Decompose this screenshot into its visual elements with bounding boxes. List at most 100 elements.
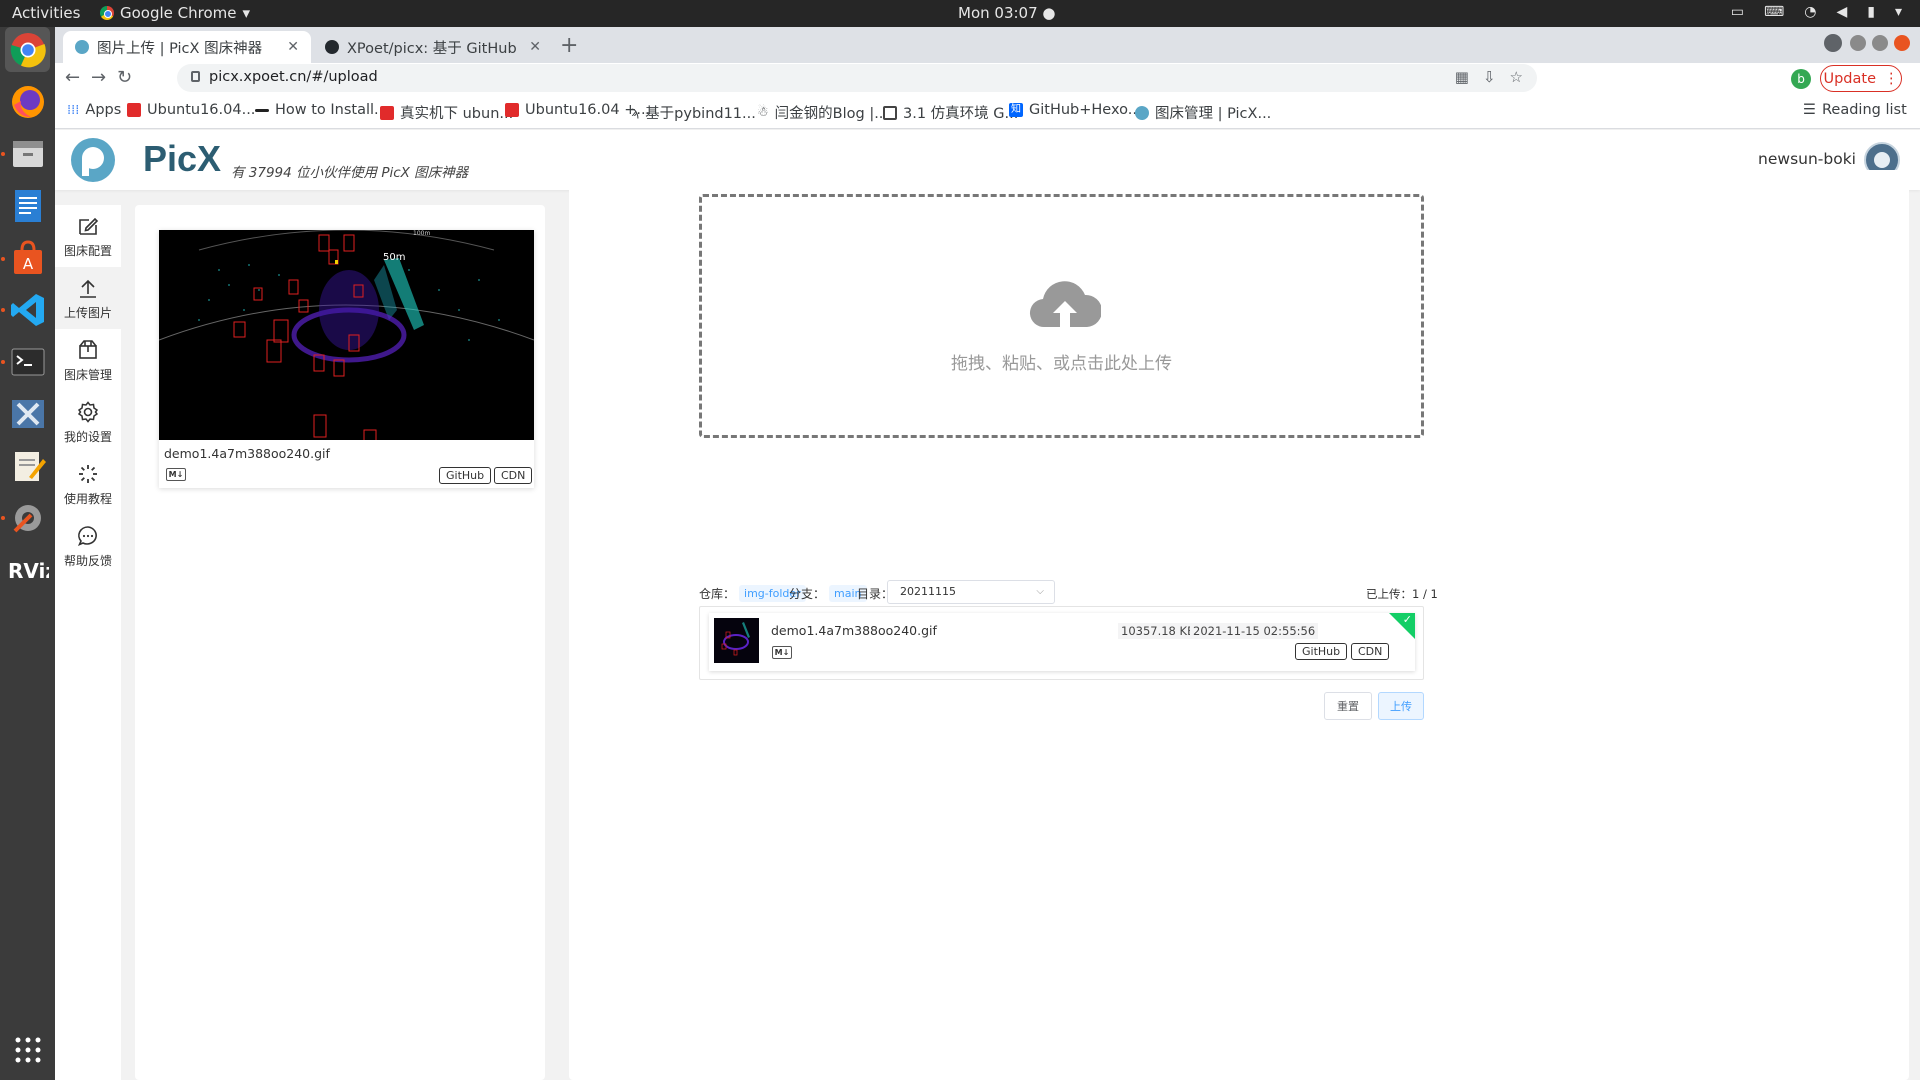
clock[interactable]: Mon 03:07 ●	[958, 4, 1055, 22]
lidar-preview-image[interactable]: 50m 100m	[159, 230, 534, 440]
bookmark-item[interactable]: Ubuntu16.04 +...	[505, 102, 650, 118]
nav-item-feedback[interactable]: 帮助反馈	[55, 515, 121, 577]
edit-icon	[79, 217, 99, 235]
bookmark-item[interactable]: 知 GitHub+Hexo...	[1009, 102, 1142, 118]
bookmark-item[interactable]: How to Install...	[255, 102, 388, 118]
nav-label: 帮助反馈	[63, 553, 112, 568]
close-icon[interactable]: ✕	[287, 39, 299, 55]
bookmark-item[interactable]: Ubuntu16.04...	[127, 102, 255, 118]
install-icon[interactable]: ⇩	[1483, 68, 1496, 86]
bookmark-label: 闫金钢的Blog |...	[774, 106, 889, 122]
minimize-icon[interactable]	[1850, 35, 1866, 51]
nav-item-config[interactable]: 图床配置	[55, 205, 121, 267]
chevron-down-icon: ▾	[1894, 4, 1902, 20]
tab-github-picx[interactable]: XPoet/picx: 基于 GitHub A ✕	[313, 31, 553, 63]
reset-button[interactable]: 重置	[1324, 692, 1372, 720]
side-nav: 图床配置 上传图片 图床管理 我的设置 使用教程 帮助反馈	[55, 205, 121, 1080]
bookmark-label: 基于pybind11...	[645, 106, 756, 122]
list-item[interactable]: demo1.4a7m388oo240.gif M↓ 10357.18 KB 20…	[709, 613, 1415, 671]
dock-writer[interactable]	[5, 183, 50, 228]
nav-label: 上传图片	[63, 305, 112, 320]
bookmark-label: Apps	[85, 102, 122, 118]
file-thumbnail	[714, 618, 759, 663]
chrome-icon	[100, 6, 114, 20]
bookmark-item[interactable]: ϡ 基于pybind11...	[631, 102, 756, 123]
close-icon[interactable]: ✕	[529, 39, 541, 55]
picx-favicon-icon	[75, 40, 89, 54]
image-card[interactable]: 50m 100m demo1.4a7m388oo240.gif M↓ GitHu…	[159, 230, 534, 488]
file-date: 2021-11-15 02:55:56	[1190, 623, 1319, 639]
dock-show-apps[interactable]	[5, 1027, 50, 1072]
profile-avatar[interactable]: b	[1791, 69, 1811, 89]
nav-label: 使用教程	[63, 491, 112, 506]
bookmark-label: 图床管理 | PicX...	[1155, 106, 1272, 122]
dock-text-editor[interactable]	[5, 443, 50, 488]
spinner-icon	[79, 464, 97, 483]
app-menu-label: Google Chrome	[120, 4, 237, 22]
dock-terminal[interactable]	[5, 339, 50, 384]
markdown-copy-icon[interactable]: M↓	[166, 468, 186, 481]
dock-settings-tool[interactable]	[5, 495, 50, 540]
forward-arrow-icon[interactable]: →	[91, 67, 106, 88]
copy-cdn-link-button[interactable]: CDN	[1351, 643, 1390, 660]
upload-dropzone[interactable]: 拖拽、粘贴、或点击此处上传	[699, 194, 1424, 438]
dock-rviz[interactable]: RViz	[5, 547, 50, 592]
upload-button[interactable]: 上传	[1378, 692, 1424, 720]
nav-item-settings[interactable]: 我的设置	[55, 391, 121, 453]
qr-code-icon[interactable]: ▦	[1455, 68, 1469, 86]
reading-list-button[interactable]: ☰ Reading list	[1803, 102, 1907, 118]
update-button[interactable]: Update ⋮	[1820, 65, 1902, 92]
markdown-copy-icon[interactable]: M↓	[772, 646, 792, 659]
check-icon: ✓	[1402, 613, 1412, 626]
system-tray[interactable]: ▭ ⌨ ◔ ◀ ▮ ▾	[1731, 4, 1902, 20]
app-menu[interactable]: Google Chrome ▾	[100, 4, 250, 22]
nav-item-upload[interactable]: 上传图片	[55, 267, 121, 329]
files-icon	[12, 140, 43, 167]
back-arrow-icon[interactable]: ←	[65, 67, 80, 88]
copy-github-link-button[interactable]: GitHub	[439, 467, 492, 484]
close-window-icon[interactable]	[1894, 35, 1910, 51]
username[interactable]: newsun-boki	[1758, 150, 1856, 168]
dock-vscode[interactable]	[5, 287, 50, 332]
tab-picx-upload[interactable]: 图片上传 | PicX 图床神器 ✕	[63, 31, 311, 63]
reload-icon[interactable]: ↻	[117, 67, 132, 88]
star-icon[interactable]: ☆	[1510, 68, 1523, 86]
running-indicator	[1, 360, 5, 364]
nav-label: 图床管理	[63, 367, 112, 382]
dock-software[interactable]: A	[5, 235, 50, 280]
bookmark-apps[interactable]: ⁞⁞⁞ Apps	[67, 102, 121, 118]
dock-chrome[interactable]	[5, 27, 50, 72]
nav-item-manage[interactable]: 图床管理	[55, 329, 121, 391]
uploaded-label: 已上传：	[1366, 587, 1412, 601]
bookmarks-bar: ⁞⁞⁞ Apps Ubuntu16.04... How to Install..…	[55, 95, 1920, 129]
tab-search-icon[interactable]	[1824, 34, 1842, 52]
file-name: demo1.4a7m388oo240.gif	[771, 623, 937, 638]
dock: A RViz	[0, 27, 55, 1080]
blog-icon: ☃	[757, 105, 769, 120]
wifi-icon: ◔	[1804, 4, 1817, 20]
copy-cdn-link-button[interactable]: CDN	[494, 467, 533, 484]
activities-button[interactable]: Activities	[12, 4, 80, 22]
dock-files[interactable]	[5, 131, 50, 176]
address-bar[interactable]: picx.xpoet.cn/#/upload ▦ ⇩ ☆	[177, 64, 1537, 92]
dock-firefox[interactable]	[5, 79, 50, 124]
chat-icon	[77, 525, 97, 546]
logo-text[interactable]: PicX	[143, 138, 221, 180]
tab-title: 图片上传 | PicX 图床神器	[97, 40, 263, 57]
url-text[interactable]: picx.xpoet.cn/#/upload	[209, 69, 378, 85]
bookmark-item[interactable]: 真实机下 ubun...	[380, 102, 513, 123]
directory-select[interactable]: 20211115 ⌵	[887, 580, 1055, 604]
tab-strip: 图片上传 | PicX 图床神器 ✕ XPoet/picx: 基于 GitHub…	[55, 27, 1920, 63]
bookmark-item[interactable]: ☃ 闫金钢的Blog |...	[757, 102, 888, 123]
bookmark-item[interactable]: 图床管理 | PicX...	[1135, 102, 1271, 123]
uploaded-value: 1 / 1	[1412, 587, 1438, 601]
reading-list-label: Reading list	[1822, 102, 1907, 118]
maximize-icon[interactable]	[1872, 35, 1888, 51]
copy-github-link-button[interactable]: GitHub	[1295, 643, 1348, 660]
new-tab-button[interactable]: +	[560, 33, 578, 58]
dock-x-app[interactable]	[5, 391, 50, 436]
picx-logo-icon[interactable]	[71, 138, 115, 182]
gear-icon	[77, 400, 99, 423]
nav-item-tutorial[interactable]: 使用教程	[55, 453, 121, 515]
bookmark-item[interactable]: 3.1 仿真环境 G...	[883, 102, 1018, 123]
